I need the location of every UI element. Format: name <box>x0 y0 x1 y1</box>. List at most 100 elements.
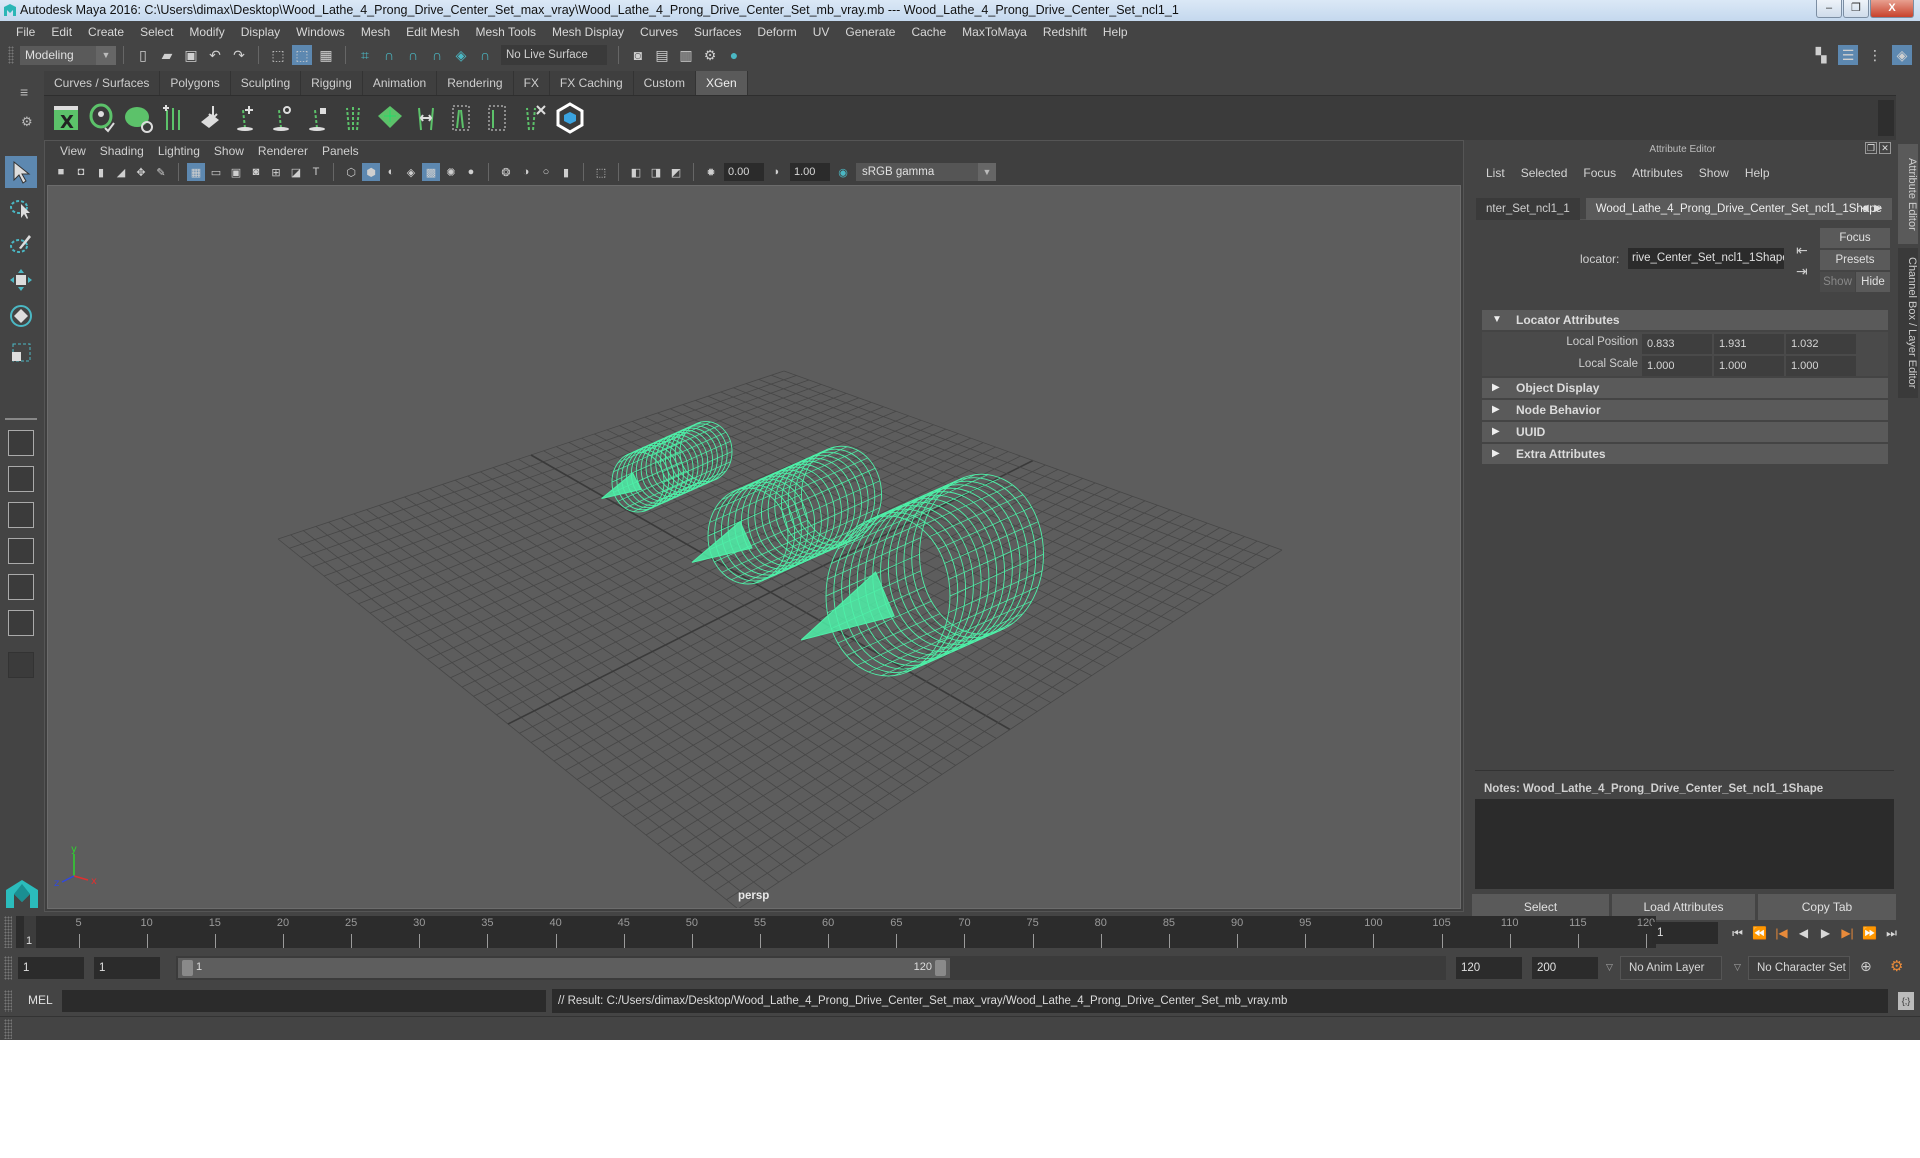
menu-modify[interactable]: Modify <box>181 21 232 43</box>
anim-layer-dropdown[interactable]: No Anim Layer <box>1620 956 1722 980</box>
new-scene-icon[interactable]: ▯ <box>133 45 153 65</box>
view-transform-dropdown[interactable]: sRGB gamma ▼ <box>856 163 996 181</box>
chevron-down-icon[interactable]: ▽ <box>1606 962 1613 973</box>
presets-button[interactable]: Presets <box>1820 250 1890 270</box>
section-object-display[interactable]: ▶ Object Display <box>1482 378 1888 398</box>
lasso-tool-icon[interactable] <box>5 192 37 224</box>
select-object-icon[interactable]: ⬚ <box>292 45 312 65</box>
menu-windows[interactable]: Windows <box>288 21 353 43</box>
local-position-y-field[interactable]: 1.931 <box>1714 334 1784 354</box>
xgen-interactive-groom-icon[interactable] <box>554 101 586 135</box>
animation-preferences-icon[interactable]: ⚙ <box>1890 957 1903 975</box>
playback-start-field[interactable]: 1 <box>94 957 160 979</box>
xgen-editor-icon[interactable]: X <box>50 101 82 135</box>
panel-menu-shading[interactable]: Shading <box>93 144 151 158</box>
shelf-tab-fx-caching[interactable]: FX Caching <box>549 71 634 95</box>
safe-action-icon[interactable]: ◪ <box>287 163 305 181</box>
color-management-toggle-icon[interactable]: ◉ <box>834 163 852 181</box>
range-slider[interactable]: 1 120 <box>176 956 1446 980</box>
use-all-lights-icon[interactable]: ✺ <box>442 163 460 181</box>
shelf-tab-rigging[interactable]: Rigging <box>301 71 363 95</box>
anti-aliasing-icon[interactable]: ○ <box>537 163 555 181</box>
backface-culling-icon[interactable]: ◩ <box>667 163 685 181</box>
range-slider-bar[interactable]: 1 120 <box>178 958 950 978</box>
shadows-icon[interactable]: ● <box>462 163 480 181</box>
menu-create[interactable]: Create <box>80 21 132 43</box>
motion-blur-icon[interactable]: ◑ <box>517 163 535 181</box>
gate-mask-icon[interactable]: ◙ <box>247 163 265 181</box>
shelf-tab-custom[interactable]: Custom <box>633 71 696 95</box>
mode-selector[interactable]: Modeling ▼ <box>20 45 116 65</box>
auto-key-icon[interactable]: ⊕ <box>1860 958 1872 975</box>
range-start-handle[interactable] <box>182 960 193 976</box>
snap-view-plane-icon[interactable]: ∩ <box>427 45 447 65</box>
tool-settings-icon[interactable]: ⋮ <box>1865 45 1885 65</box>
menu-mesh-display[interactable]: Mesh Display <box>544 21 632 43</box>
local-position-x-field[interactable]: 0.833 <box>1642 334 1712 354</box>
ae-menu-help[interactable]: Help <box>1737 166 1778 180</box>
panel-menu-panels[interactable]: Panels <box>315 144 366 158</box>
shelf-tab-animation[interactable]: Animation <box>362 71 438 95</box>
more-layouts-button[interactable] <box>8 652 34 678</box>
hide-button[interactable]: Hide <box>1856 272 1890 292</box>
select-tool-icon[interactable] <box>5 156 37 188</box>
lock-camera-icon[interactable]: ◘ <box>72 163 90 181</box>
step-forward-frame-icon[interactable]: ▶| <box>1838 924 1857 942</box>
xgen-delete-guide-icon[interactable] <box>518 101 550 135</box>
step-back-frame-icon[interactable]: |◀ <box>1772 924 1791 942</box>
xgen-place-guides-icon[interactable] <box>194 101 226 135</box>
persp-hypershade-layout-icon[interactable] <box>8 574 34 600</box>
channel-box-toggle-icon[interactable]: ◈ <box>1892 45 1912 65</box>
film-gate-icon[interactable]: ▭ <box>207 163 225 181</box>
persp-graph-layout-icon[interactable] <box>8 538 34 564</box>
make-live-icon[interactable]: ∩ <box>475 45 495 65</box>
xray-active-icon[interactable]: ◨ <box>647 163 665 181</box>
xgen-clear-preview-icon[interactable] <box>122 101 154 135</box>
current-frame-marker[interactable]: 1 <box>24 916 36 948</box>
section-extra-attributes[interactable]: ▶ Extra Attributes <box>1482 444 1888 464</box>
snap-curve-icon[interactable]: ∩ <box>379 45 399 65</box>
textured-icon[interactable]: ▩ <box>422 163 440 181</box>
go-to-output-icon[interactable]: ⇥ <box>1796 263 1808 280</box>
focus-button[interactable]: Focus <box>1820 228 1890 248</box>
xgen-lock-guide-icon[interactable] <box>302 101 334 135</box>
redo-icon[interactable]: ↷ <box>229 45 249 65</box>
ae-menu-selected[interactable]: Selected <box>1513 166 1576 180</box>
menu-maxtomaya[interactable]: MaxToMaya <box>954 21 1035 43</box>
local-scale-y-field[interactable]: 1.000 <box>1714 356 1784 376</box>
panel-menu-renderer[interactable]: Renderer <box>251 144 315 158</box>
snap-point-icon[interactable]: ∩ <box>403 45 423 65</box>
modeling-toolkit-icon[interactable]: ▚ <box>1811 45 1831 65</box>
ae-menu-list[interactable]: List <box>1478 166 1513 180</box>
menu-edit-mesh[interactable]: Edit Mesh <box>398 21 467 43</box>
exposure-icon[interactable]: ✹ <box>702 163 720 181</box>
menu-display[interactable]: Display <box>233 21 288 43</box>
grip-handle[interactable] <box>4 990 12 1012</box>
current-frame-field[interactable]: 1 <box>1652 922 1718 944</box>
section-uuid[interactable]: ▶ UUID <box>1482 422 1888 442</box>
xgen-add-guide-icon[interactable] <box>230 101 262 135</box>
render-frame-icon[interactable]: ◙ <box>628 45 648 65</box>
save-scene-icon[interactable]: ▣ <box>181 45 201 65</box>
shelf-tab-rendering[interactable]: Rendering <box>437 71 514 95</box>
copy-tab-button[interactable]: Copy Tab <box>1758 894 1896 920</box>
rotate-tool-icon[interactable] <box>5 300 37 332</box>
script-editor-icon[interactable]: {;} <box>1898 992 1914 1010</box>
float-panel-icon[interactable]: ❐ <box>1865 142 1877 154</box>
field-chart-icon[interactable]: ⊞ <box>267 163 285 181</box>
ae-menu-show[interactable]: Show <box>1691 166 1737 180</box>
range-end-handle[interactable] <box>935 960 946 976</box>
hypershade-icon[interactable]: ● <box>724 45 744 65</box>
menu-deform[interactable]: Deform <box>749 21 804 43</box>
move-tool-icon[interactable] <box>5 264 37 296</box>
go-to-input-icon[interactable]: ⇤ <box>1796 242 1808 259</box>
menu-select[interactable]: Select <box>132 21 181 43</box>
panel-menu-lighting[interactable]: Lighting <box>151 144 207 158</box>
node-name-field[interactable]: rive_Center_Set_ncl1_1Shape <box>1628 248 1784 269</box>
select-component-icon[interactable]: ▦ <box>316 45 336 65</box>
menu-curves[interactable]: Curves <box>632 21 686 43</box>
3d-viewport[interactable]: y x z persp <box>47 185 1461 909</box>
wireframe-icon[interactable]: ⬡ <box>342 163 360 181</box>
single-perspective-layout-icon[interactable] <box>8 430 34 456</box>
attribute-editor-toggle-icon[interactable]: ☰ <box>1838 45 1858 65</box>
